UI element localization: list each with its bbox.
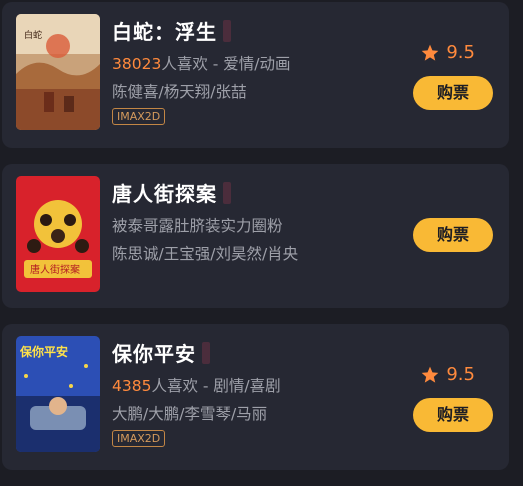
movie-card[interactable]: 唐人街探案 唐人街探案 被泰哥露肚脐装实力圈粉 陈思诚/王宝强/刘昊然/肖央 购… [2, 164, 509, 308]
title-marker [223, 19, 231, 42]
genre-separator: - [197, 377, 214, 395]
title-marker [202, 341, 210, 364]
rating-score: 9.5 [446, 42, 475, 63]
movie-card[interactable]: 保你平安 保你平安 4385人喜欢 - 剧情/喜剧 大鹏/大鹏/李雪琴/马丽 I… [2, 324, 509, 470]
rating: 9.5 [420, 364, 475, 385]
want-line: 4385人喜欢 - 剧情/喜剧 [112, 374, 281, 396]
cast: 大鹏/大鹏/李雪琴/马丽 [112, 405, 268, 423]
poster-title-text: 白蛇 [24, 29, 42, 41]
movie-title[interactable]: 唐人街探案 [112, 178, 217, 207]
poster-title-text: 唐人街探案 [30, 263, 80, 276]
genres: 爱情/动画 [223, 55, 291, 73]
movie-card[interactable]: 白蛇 白蛇：浮生 38023人喜欢 - 爱情/动画 陈健喜/杨天翔/张喆 IMA… [2, 2, 509, 148]
movie-poster[interactable]: 保你平安 [16, 336, 100, 452]
title-marker [223, 181, 231, 204]
want-suffix: 人喜欢 [151, 377, 198, 395]
buy-ticket-button[interactable]: 购票 [413, 76, 493, 110]
poster-image: 白蛇 [16, 14, 100, 130]
buy-ticket-button[interactable]: 购票 [413, 398, 493, 432]
star-icon [422, 44, 439, 61]
genre-separator: - [207, 55, 224, 73]
cast: 陈思诚/王宝强/刘昊然/肖央 [112, 245, 299, 263]
genres: 剧情/喜剧 [213, 377, 281, 395]
movie-title[interactable]: 保你平安 [112, 338, 196, 367]
rating-score: 9.5 [446, 364, 475, 385]
cast: 陈健喜/杨天翔/张喆 [112, 83, 247, 101]
want-count: 4385 [112, 377, 152, 395]
star-icon [422, 366, 439, 383]
format-tag: IMAX2D [112, 108, 166, 125]
rating: 9.5 [420, 42, 475, 63]
poster-image: 唐人街探案 [16, 176, 100, 292]
movie-title[interactable]: 白蛇：浮生 [112, 16, 217, 45]
tagline: 被泰哥露肚脐装实力圈粉 [112, 217, 283, 235]
buy-ticket-button[interactable]: 购票 [413, 218, 493, 252]
poster-image: 保你平安 [16, 336, 100, 452]
poster-title-text: 保你平安 [19, 344, 68, 359]
want-line: 38023人喜欢 - 爱情/动画 [112, 52, 291, 74]
want-suffix: 人喜欢 [161, 55, 208, 73]
want-count: 38023 [112, 55, 162, 73]
movie-poster[interactable]: 唐人街探案 [16, 176, 100, 292]
format-tag: IMAX2D [112, 430, 166, 447]
movie-poster[interactable]: 白蛇 [16, 14, 100, 130]
